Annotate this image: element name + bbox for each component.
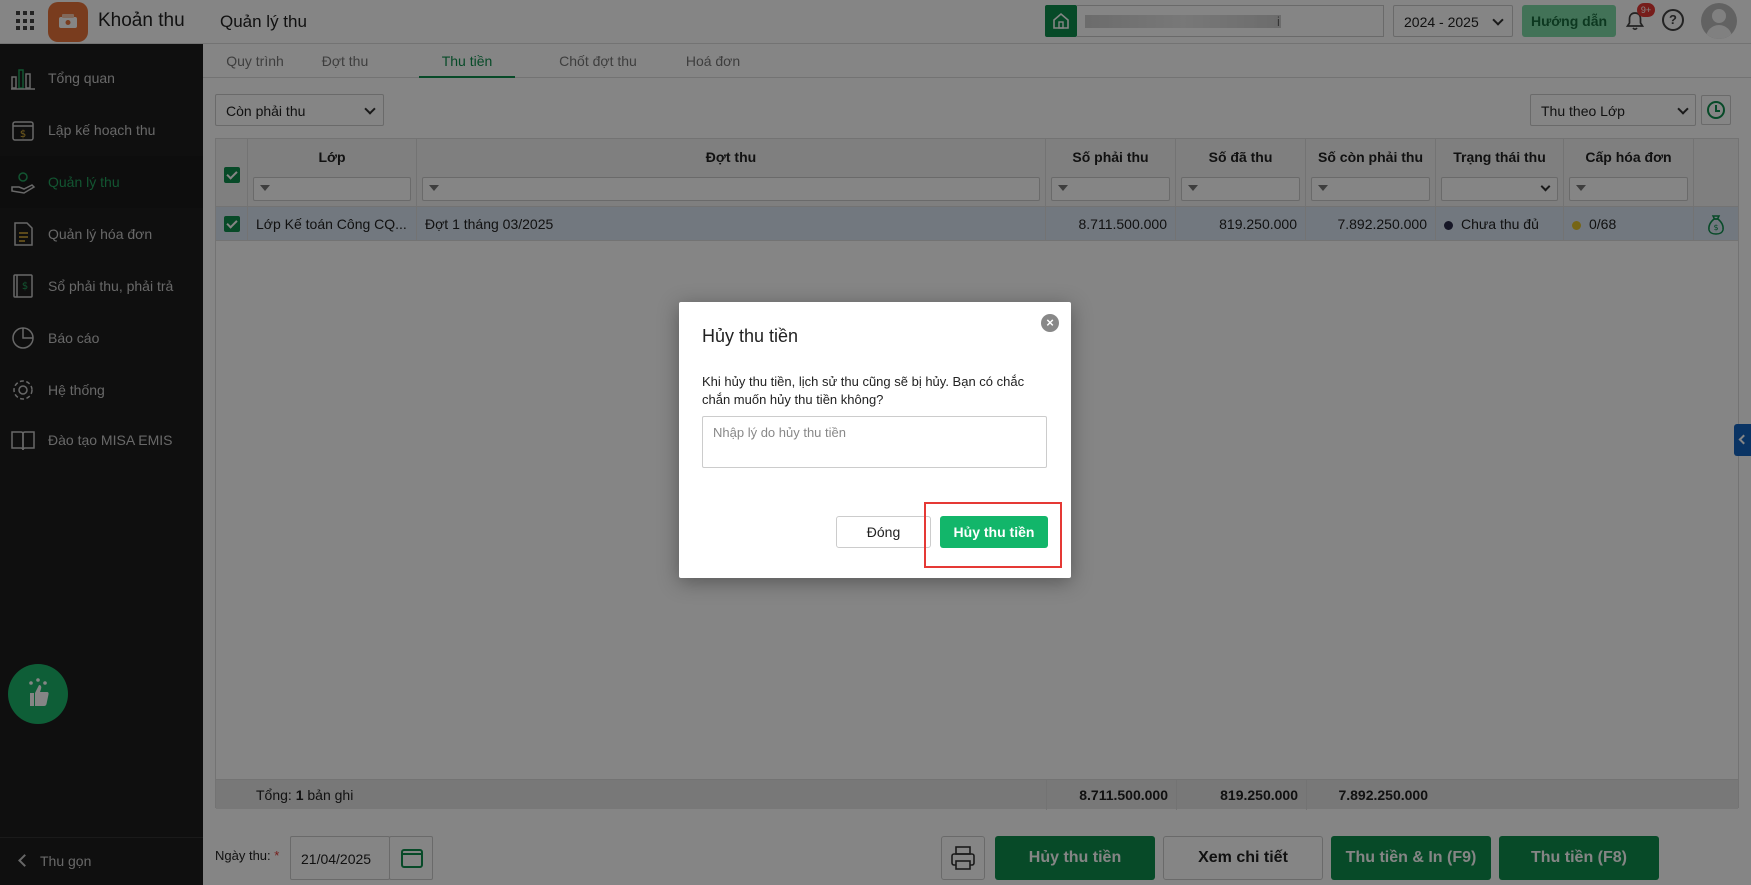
cancel-reason-input[interactable] <box>702 416 1047 468</box>
highlight-annotation <box>924 502 1062 568</box>
dialog-message: Khi hủy thu tiền, lịch sử thu cũng sẽ bị… <box>702 374 1025 407</box>
cancel-collection-dialog: Hủy thu tiền × Khi hủy thu tiền, lịch sử… <box>679 302 1071 578</box>
close-icon[interactable]: × <box>1041 314 1059 332</box>
dialog-title: Hủy thu tiền <box>702 326 799 346</box>
dialog-close-button[interactable]: Đóng <box>836 516 931 548</box>
